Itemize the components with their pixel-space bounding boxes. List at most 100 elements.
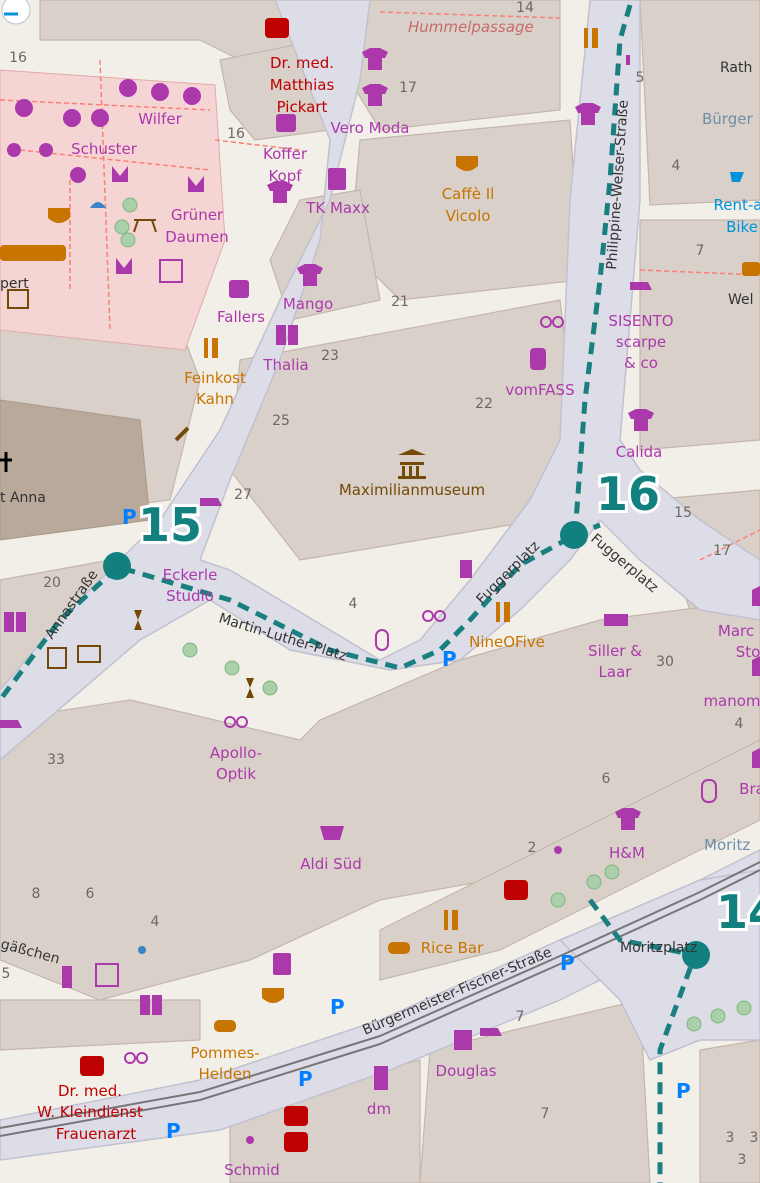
poi-label: Rent-a bbox=[714, 196, 760, 214]
bicycle-parking-icon: P bbox=[676, 1079, 691, 1103]
house-number: 5 bbox=[636, 70, 645, 86]
fast-food-icon bbox=[388, 942, 410, 954]
bicycle-parking-icon: P bbox=[298, 1067, 313, 1091]
poi-label: manom bbox=[703, 692, 760, 710]
street-label: Hummelpassage bbox=[408, 18, 534, 36]
poi-label: Douglas bbox=[436, 1062, 497, 1080]
doctor-icon bbox=[504, 880, 528, 900]
clothes-icon bbox=[267, 181, 293, 203]
poi-label: Frauenarzt bbox=[56, 1125, 136, 1143]
bicycle-parking-icon: P bbox=[442, 647, 457, 671]
house-number: 21 bbox=[391, 294, 409, 310]
poi-label: Calida bbox=[616, 443, 663, 461]
house-number: 7 bbox=[541, 1106, 550, 1122]
poi-label: Thalia bbox=[262, 356, 308, 374]
doctor-icon bbox=[284, 1132, 308, 1152]
poi-label: Mango bbox=[283, 295, 333, 313]
poi-label: Pickart bbox=[277, 98, 328, 116]
luggage-icon bbox=[276, 114, 296, 132]
house-number: 5 bbox=[2, 966, 11, 982]
route-stop-label: 14 bbox=[716, 885, 760, 939]
route-stop-marker[interactable] bbox=[560, 521, 588, 549]
poi-label: Bra bbox=[739, 780, 760, 798]
house-number: 2 bbox=[528, 840, 537, 856]
poi-label: & co bbox=[624, 354, 658, 372]
poi-label: Rice Bar bbox=[421, 939, 484, 957]
poi-label: Bike bbox=[726, 218, 758, 236]
shopping-cart-icon bbox=[320, 826, 344, 840]
poi-label: Matthias bbox=[270, 76, 335, 94]
poi-label: NineOFive bbox=[469, 633, 545, 651]
poi-label: TK Maxx bbox=[305, 199, 370, 217]
glasses-icon bbox=[124, 1052, 136, 1064]
poi-label: dm bbox=[367, 1100, 391, 1118]
house-number: 20 bbox=[43, 575, 61, 591]
bicycle-parking-icon: P bbox=[122, 505, 137, 529]
house-number: 3 bbox=[738, 1152, 747, 1168]
house-number: 27 bbox=[234, 487, 252, 503]
house-number: 4 bbox=[672, 158, 681, 174]
cafe-icon bbox=[262, 988, 284, 1003]
poi-label: Kahn bbox=[196, 390, 234, 408]
bottle-icon bbox=[530, 348, 546, 370]
map-view[interactable]: 15 16 14 Philippine-Welser-Straße Annast… bbox=[0, 0, 760, 1183]
house-number: 7 bbox=[696, 243, 705, 259]
poi-label: Schmid bbox=[224, 1161, 280, 1179]
fruit-icon bbox=[15, 99, 33, 117]
poi-label: Optik bbox=[216, 765, 256, 783]
street-label: Moritz bbox=[704, 836, 750, 854]
doctor-icon bbox=[80, 1056, 104, 1076]
bakery-icon bbox=[0, 245, 66, 261]
poi-label: Vicolo bbox=[446, 207, 491, 225]
fast-food-icon bbox=[214, 1020, 236, 1032]
doctor-icon bbox=[265, 18, 289, 38]
poi-label: Apollo- bbox=[210, 744, 262, 762]
poi-label: Daumen bbox=[165, 228, 229, 246]
poi-label: Aldi Süd bbox=[300, 855, 361, 873]
house-number: 16 bbox=[9, 50, 27, 66]
street-label: Bürger bbox=[702, 110, 753, 128]
poi-label: Studio bbox=[166, 587, 214, 605]
house-number: 30 bbox=[656, 654, 674, 670]
house-number: 23 bbox=[321, 348, 339, 364]
poi-label: W. Kleindienst bbox=[37, 1103, 143, 1121]
poi-label: Eckerle bbox=[163, 566, 218, 584]
poi-label: Caffè Il bbox=[442, 185, 495, 203]
poi-label: Koffer bbox=[263, 145, 308, 163]
department-store-icon bbox=[328, 168, 346, 190]
poi-label: Marc bbox=[718, 622, 754, 640]
poi-label: Dr. med. bbox=[270, 54, 334, 72]
department-store-icon bbox=[273, 953, 291, 975]
route-stop-marker[interactable] bbox=[103, 552, 131, 580]
house-number: 16 bbox=[227, 126, 245, 142]
poi-label: H&M bbox=[609, 844, 645, 862]
poi-label: vomFASS bbox=[505, 381, 574, 399]
poi-label: Grüner bbox=[171, 206, 224, 224]
house-number: 33 bbox=[47, 752, 65, 768]
poi-label: SISENTO bbox=[608, 312, 673, 330]
house-number: 7 bbox=[516, 1009, 525, 1025]
house-number: 3 bbox=[750, 1130, 759, 1146]
bicycle-parking-icon: P bbox=[166, 1119, 181, 1143]
bicycle-parking-icon: P bbox=[330, 995, 345, 1019]
poi-label: Feinkost bbox=[184, 369, 246, 387]
street-label: Wel bbox=[728, 292, 754, 308]
house-number: 4 bbox=[349, 596, 358, 612]
poi-label: Pommes- bbox=[190, 1044, 259, 1062]
house-number: 15 bbox=[674, 505, 692, 521]
street-label: t Anna bbox=[0, 490, 46, 506]
poi-label: Schuster bbox=[71, 140, 138, 158]
house-number: 25 bbox=[272, 413, 290, 429]
poi-label: Helden bbox=[199, 1065, 252, 1083]
bicycle-parking-icon: P bbox=[560, 951, 575, 975]
house-number: 17 bbox=[713, 543, 731, 559]
poi-label: Wilfer bbox=[138, 110, 182, 128]
restaurant-icon bbox=[204, 338, 218, 358]
route-stop-label: 15 bbox=[138, 498, 202, 552]
house-number: 6 bbox=[602, 771, 611, 787]
poi-label: Vero Moda bbox=[331, 119, 410, 137]
poi-label: Fallers bbox=[217, 308, 265, 326]
chemist-icon bbox=[374, 1066, 388, 1090]
map-canvas[interactable]: 15 16 14 Philippine-Welser-Straße Annast… bbox=[0, 0, 760, 1183]
poi-label: Siller & bbox=[588, 642, 642, 660]
